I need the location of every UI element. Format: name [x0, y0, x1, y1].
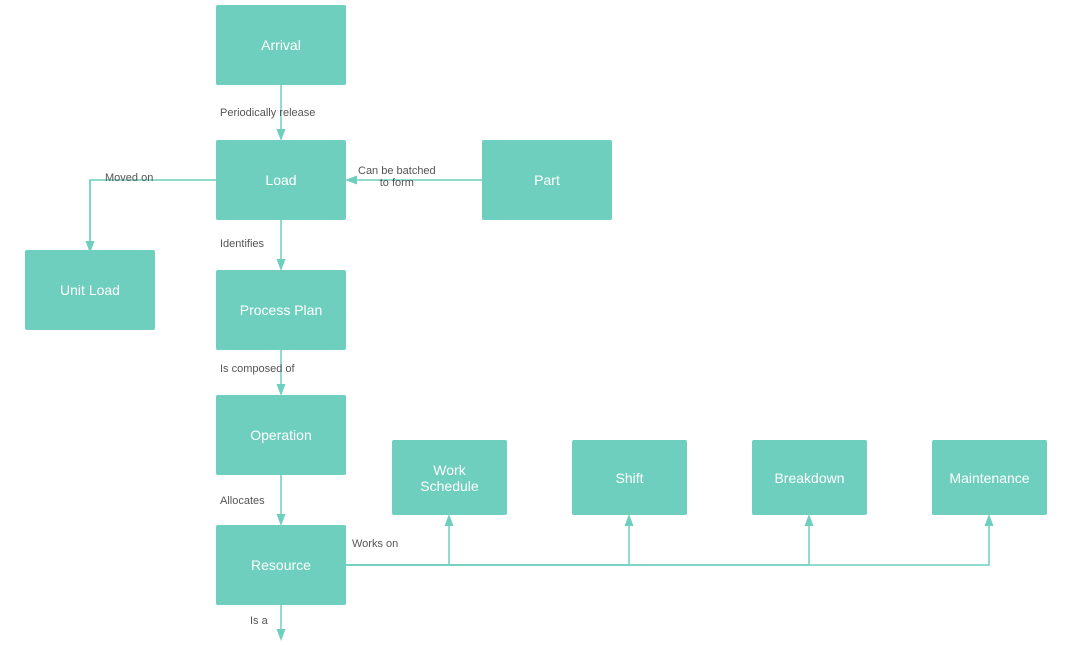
work-schedule-node: Work Schedule [392, 440, 507, 515]
label-periodically-release: Periodically release [220, 107, 315, 119]
label-is-a: Is a [250, 615, 268, 627]
resource-node: Resource [216, 525, 346, 605]
label-can-be-batched: Can be batched to form [358, 165, 436, 189]
process-plan-node: Process Plan [216, 270, 346, 350]
label-identifies: Identifies [220, 238, 264, 250]
load-node: Load [216, 140, 346, 220]
diagram-container: Arrival Load Part Unit Load Process Plan… [0, 0, 1086, 645]
unit-load-node: Unit Load [25, 250, 155, 330]
label-works-on: Works on [352, 538, 398, 550]
arrival-node: Arrival [216, 5, 346, 85]
label-allocates: Allocates [220, 495, 265, 507]
part-node: Part [482, 140, 612, 220]
shift-node: Shift [572, 440, 687, 515]
label-moved-on: Moved on [105, 172, 153, 184]
operation-node: Operation [216, 395, 346, 475]
extra-arrows [0, 0, 1086, 645]
arrows-svg [0, 0, 1086, 645]
label-is-composed-of: Is composed of [220, 363, 295, 375]
maintenance-node: Maintenance [932, 440, 1047, 515]
breakdown-node: Breakdown [752, 440, 867, 515]
